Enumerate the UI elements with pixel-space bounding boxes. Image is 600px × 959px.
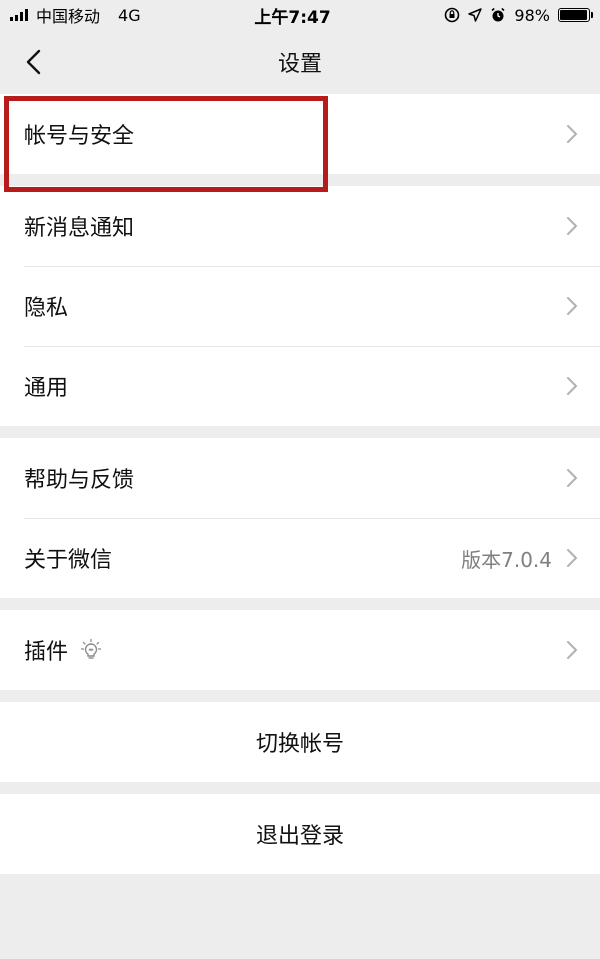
settings-item-label: 帮助与反馈 [24, 468, 135, 493]
carrier-name: 中国移动 [36, 7, 101, 26]
chevron-left-icon [26, 49, 41, 75]
logout-button[interactable]: 退出登录 [0, 794, 600, 874]
settings-group-about: 帮助与反馈 关于微信 版本7.0.4 [0, 438, 600, 598]
orientation-lock-icon [445, 7, 460, 23]
status-left: 中国移动 4G [10, 3, 141, 27]
version-text: 版本7.0.4 [461, 547, 552, 572]
chevron-right-icon [567, 549, 577, 567]
settings-item-notifications[interactable]: 新消息通知 [0, 186, 600, 266]
switch-account-button[interactable]: 切换帐号 [0, 702, 600, 782]
settings-item-right: 版本7.0.4 [461, 544, 578, 573]
settings-item-label: 帐号与安全 [24, 124, 135, 149]
chevron-right-icon [567, 469, 577, 487]
settings-item-plugins[interactable]: 插件 [0, 610, 600, 690]
settings-item-label: 关于微信 [24, 548, 113, 573]
settings-group-account: 帐号与安全 [0, 94, 600, 174]
nav-bar: 设置 [0, 30, 600, 94]
network-type: 4G [118, 5, 141, 25]
settings-group-plugins: 插件 [0, 610, 600, 690]
back-button[interactable] [18, 46, 48, 78]
logout-label: 退出登录 [255, 824, 344, 849]
chevron-right-icon [567, 217, 577, 235]
settings-item-privacy[interactable]: 隐私 [0, 266, 600, 346]
battery-icon [557, 8, 593, 22]
lightbulb-icon [80, 638, 102, 659]
battery-percent: 98% [514, 5, 550, 25]
location-arrow-icon [468, 8, 483, 22]
settings-group-general: 新消息通知 隐私 通用 [0, 186, 600, 426]
settings-item-label: 通用 [24, 376, 69, 401]
chevron-right-icon [567, 377, 577, 395]
settings-item-general[interactable]: 通用 [0, 346, 600, 426]
settings-item-label: 隐私 [24, 296, 69, 321]
settings-item-about-wechat[interactable]: 关于微信 版本7.0.4 [0, 518, 600, 598]
status-right: 98% [444, 5, 593, 25]
page-title: 设置 [277, 52, 322, 77]
settings-item-account-security[interactable]: 帐号与安全 [0, 94, 600, 174]
status-time: 上午7:47 [254, 7, 331, 28]
settings-item-label: 插件 [24, 640, 69, 665]
switch-account-label: 切换帐号 [255, 732, 344, 757]
settings-item-label: 新消息通知 [24, 216, 135, 241]
settings-item-help-feedback[interactable]: 帮助与反馈 [0, 438, 600, 518]
chevron-right-icon [567, 641, 577, 659]
chevron-right-icon [567, 125, 577, 143]
status-bar: 中国移动 4G 上午7:47 98% [0, 0, 600, 30]
chevron-right-icon [567, 297, 577, 315]
alarm-icon [491, 7, 505, 22]
settings-item-label-wrap: 插件 [24, 634, 102, 666]
signal-icon [10, 9, 28, 21]
